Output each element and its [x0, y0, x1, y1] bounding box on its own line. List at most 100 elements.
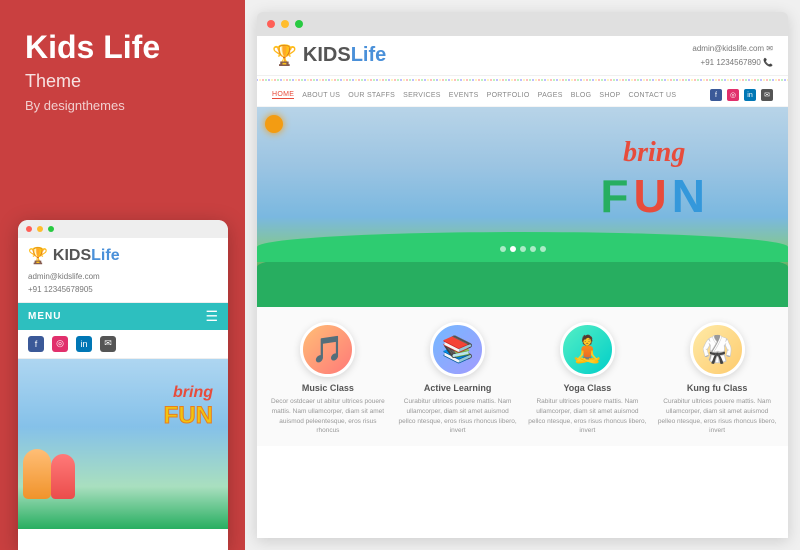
site-logo: KIDSLife — [303, 44, 386, 67]
child-figure-2 — [51, 454, 75, 499]
hero-fun: F U N — [600, 169, 708, 223]
hero-slider-dots — [500, 246, 546, 252]
mobile-phone: +91 12345678905 — [28, 284, 218, 297]
hamburger-icon[interactable]: ☰ — [205, 308, 218, 325]
browser-close-dot[interactable] — [267, 20, 275, 28]
slide-dot-5[interactable] — [540, 246, 546, 252]
yoga-title: Yoga Class — [527, 383, 647, 393]
instagram-icon[interactable]: ◎ — [52, 336, 68, 352]
site-logo-life: Life — [351, 44, 387, 66]
browser-top-bar — [257, 12, 788, 36]
sun-icon — [265, 115, 283, 133]
mobile-trophy-icon: 🏆 — [28, 246, 48, 266]
mobile-children — [23, 449, 75, 499]
mobile-contact: admin@kidslife.com +91 12345678905 — [28, 271, 218, 297]
browser-frame: 🏆 KIDSLife admin@kidslife.com ✉ +91 1234… — [257, 12, 788, 538]
polka-divider — [257, 76, 788, 84]
nav-facebook-icon[interactable]: f — [710, 89, 722, 101]
slide-dot-1[interactable] — [500, 246, 506, 252]
hero-text: bring F U N — [600, 137, 708, 223]
mobile-logo-text: KIDSLife — [53, 247, 120, 265]
nav-mail-icon[interactable]: ✉ — [761, 89, 773, 101]
yoga-desc: Rabitur ultrices pouere mattis. Nam ulla… — [527, 397, 647, 436]
nav-social: f ◎ in ✉ — [710, 89, 773, 101]
browser-minimize-dot[interactable] — [281, 20, 289, 28]
nav-services[interactable]: SERVICES — [403, 92, 441, 99]
slide-dot-4[interactable] — [530, 246, 536, 252]
hero-grass — [257, 247, 788, 307]
site-email: admin@kidslife.com ✉ — [692, 42, 773, 56]
site-phone: +91 1234567890 📞 — [692, 56, 773, 70]
site-trophy-icon: 🏆 — [272, 43, 297, 68]
music-title: Music Class — [268, 383, 388, 393]
learning-title: Active Learning — [398, 383, 518, 393]
nav-events[interactable]: EVENTS — [449, 92, 479, 99]
nav-portfolio[interactable]: PORTFOLIO — [487, 92, 530, 99]
yoga-avatar: 🧘 — [560, 322, 615, 377]
mobile-hero: bring FUN — [18, 359, 228, 529]
mobile-logo-life: Life — [91, 247, 119, 264]
nav-contact[interactable]: CONTACT US — [628, 92, 676, 99]
linkedin-icon[interactable]: in — [76, 336, 92, 352]
nav-pages[interactable]: PAGES — [538, 92, 563, 99]
mobile-top-bar — [18, 220, 228, 238]
theme-by: By designthemes — [25, 98, 220, 113]
theme-subtitle: Theme — [25, 71, 220, 92]
browser-maximize-dot[interactable] — [295, 20, 303, 28]
theme-title: Kids Life — [25, 30, 220, 65]
hero-bring: bring — [600, 137, 708, 169]
child-figure-1 — [23, 449, 51, 499]
maximize-dot — [48, 226, 54, 232]
right-panel: 🏆 KIDSLife admin@kidslife.com ✉ +91 1234… — [245, 0, 800, 550]
feature-learning: 📚 Active Learning Curabitur ultrices pou… — [398, 322, 518, 436]
mail-icon[interactable]: ✉ — [100, 336, 116, 352]
mobile-bring-text: bring — [164, 384, 213, 402]
features-section: 🎵 Music Class Decor ostdcaer ut abitur u… — [257, 307, 788, 446]
kungfu-title: Kung fu Class — [657, 383, 777, 393]
nav-instagram-icon[interactable]: ◎ — [727, 89, 739, 101]
music-desc: Decor ostdcaer ut abitur ultrices pouere… — [268, 397, 388, 436]
nav-shop[interactable]: SHOP — [599, 92, 620, 99]
kungfu-desc: Curabitur ultrices pouere mattis. Nam ul… — [657, 397, 777, 436]
site-logo-kids: KIDS — [303, 44, 351, 66]
nav-home[interactable]: HOME — [272, 91, 294, 99]
hero-n: N — [672, 169, 708, 223]
learning-desc: Curabitur ultrices pouere mattis. Nam ul… — [398, 397, 518, 436]
mobile-email: admin@kidslife.com — [28, 271, 218, 284]
left-panel: Kids Life Theme By designthemes 🏆 KIDSLi… — [0, 0, 245, 550]
mobile-social-row: f ◎ in ✉ — [18, 330, 228, 359]
site-hero: bring F U N — [257, 107, 788, 307]
feature-yoga: 🧘 Yoga Class Rabitur ultrices pouere mat… — [527, 322, 647, 436]
facebook-icon[interactable]: f — [28, 336, 44, 352]
nav-about[interactable]: ABOUT US — [302, 92, 340, 99]
nav-staffs[interactable]: OUR STAFFS — [348, 92, 395, 99]
mobile-menu-label: MENU — [28, 311, 61, 322]
website-preview: 🏆 KIDSLife admin@kidslife.com ✉ +91 1234… — [257, 36, 788, 538]
close-dot — [26, 226, 32, 232]
mobile-header: 🏆 KIDSLife admin@kidslife.com +91 123456… — [18, 238, 228, 303]
slide-dot-2[interactable] — [510, 246, 516, 252]
feature-kungfu: 🥋 Kung fu Class Curabitur ultrices pouer… — [657, 322, 777, 436]
kungfu-avatar: 🥋 — [690, 322, 745, 377]
site-nav: HOME ABOUT US OUR STAFFS SERVICES EVENTS… — [257, 84, 788, 107]
mobile-logo-row: 🏆 KIDSLife — [28, 246, 218, 266]
slide-dot-3[interactable] — [520, 246, 526, 252]
mobile-logo-kids: KIDS — [53, 247, 91, 264]
minimize-dot — [37, 226, 43, 232]
hero-u: U — [634, 169, 670, 223]
mobile-preview-card: 🏆 KIDSLife admin@kidslife.com +91 123456… — [18, 220, 228, 550]
site-logo-row: 🏆 KIDSLife — [272, 43, 386, 68]
nav-blog[interactable]: BLOG — [571, 92, 592, 99]
site-header: 🏆 KIDSLife admin@kidslife.com ✉ +91 1234… — [257, 36, 788, 76]
mobile-menu-bar[interactable]: MENU ☰ — [18, 303, 228, 330]
site-contact-info: admin@kidslife.com ✉ +91 1234567890 📞 — [692, 42, 773, 69]
mobile-hero-text: bring FUN — [164, 384, 213, 430]
music-avatar: 🎵 — [300, 322, 355, 377]
features-grid: 🎵 Music Class Decor ostdcaer ut abitur u… — [267, 322, 778, 436]
nav-links: HOME ABOUT US OUR STAFFS SERVICES EVENTS… — [272, 91, 676, 99]
feature-music: 🎵 Music Class Decor ostdcaer ut abitur u… — [268, 322, 388, 436]
mobile-fun-text: FUN — [164, 402, 213, 430]
nav-linkedin-icon[interactable]: in — [744, 89, 756, 101]
learning-avatar: 📚 — [430, 322, 485, 377]
hero-f: F — [600, 169, 631, 223]
